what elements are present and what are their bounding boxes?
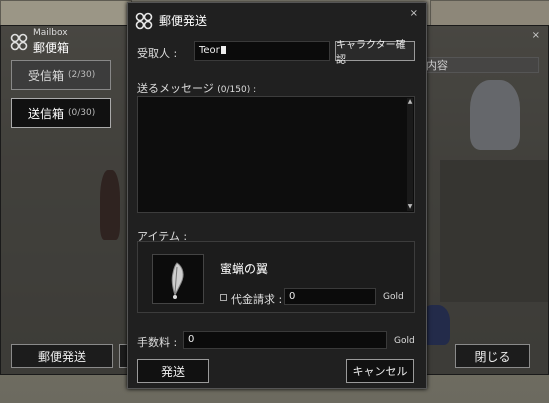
clover-logo-icon: [10, 33, 28, 51]
tab-inbox-label: 受信箱: [28, 68, 65, 83]
mailbox-close-icon[interactable]: ×: [532, 30, 540, 41]
clover-logo-icon: [135, 12, 153, 30]
item-panel: 蜜蝋の翼 代金請求 : 0 Gold: [137, 241, 415, 313]
message-label: 送るメッセージ: [137, 82, 214, 95]
message-textarea[interactable]: ▲ ▼: [137, 96, 415, 213]
fee-label: 手数料 :: [137, 336, 178, 349]
message-count: (0/150) :: [217, 85, 257, 95]
mailbox-title: 郵便箱: [33, 41, 70, 55]
dialog-close-icon[interactable]: ×: [410, 8, 418, 19]
tab-inbox[interactable]: 受信箱 (2/30): [11, 60, 111, 90]
tab-outbox-label: 送信箱: [28, 106, 65, 121]
recipient-label: 受取人 :: [137, 47, 178, 60]
background-wall: [0, 0, 132, 26]
tab-inbox-count: (2/30): [68, 70, 96, 80]
cod-value: 0: [289, 291, 296, 302]
scroll-up-icon[interactable]: ▲: [407, 99, 413, 105]
message-scrollbar[interactable]: ▲ ▼: [407, 98, 413, 211]
cancel-button[interactable]: キャンセル: [346, 359, 414, 383]
tab-outbox-count: (0/30): [68, 108, 96, 118]
feather-wing-icon: [171, 262, 184, 299]
send-mail-dialog: 郵便発送 × 受取人 : Teor キャラクター確認 送るメッセージ (0/15…: [127, 2, 427, 389]
scroll-down-icon[interactable]: ▼: [407, 204, 413, 210]
text-cursor: [220, 46, 226, 54]
column-header-content: 内容: [411, 57, 539, 73]
check-character-button[interactable]: キャラクター確認: [335, 40, 415, 66]
recipient-input[interactable]: Teor: [194, 41, 330, 61]
mailbox-subtitle: Mailbox: [33, 28, 68, 38]
cod-input[interactable]: 0: [284, 288, 376, 305]
send-button[interactable]: 発送: [137, 359, 209, 383]
dialog-title: 郵便発送: [159, 14, 208, 28]
send-mail-button[interactable]: 郵便発送: [11, 344, 113, 368]
cod-label: 代金請求 :: [231, 293, 283, 306]
message-label-row: 送るメッセージ (0/150) :: [137, 80, 256, 96]
fee-value: 0: [188, 334, 195, 345]
fee-display: 0: [183, 331, 387, 349]
cod-gold-unit: Gold: [383, 292, 404, 302]
close-button[interactable]: 閉じる: [455, 344, 530, 368]
tab-outbox[interactable]: 送信箱 (0/30): [11, 98, 111, 128]
fee-gold-unit: Gold: [394, 336, 415, 346]
background-wall: [430, 0, 549, 26]
item-name: 蜜蝋の翼: [220, 262, 269, 276]
cod-checkbox[interactable]: [220, 294, 227, 301]
item-slot[interactable]: [152, 254, 204, 304]
recipient-value: Teor: [199, 45, 220, 56]
